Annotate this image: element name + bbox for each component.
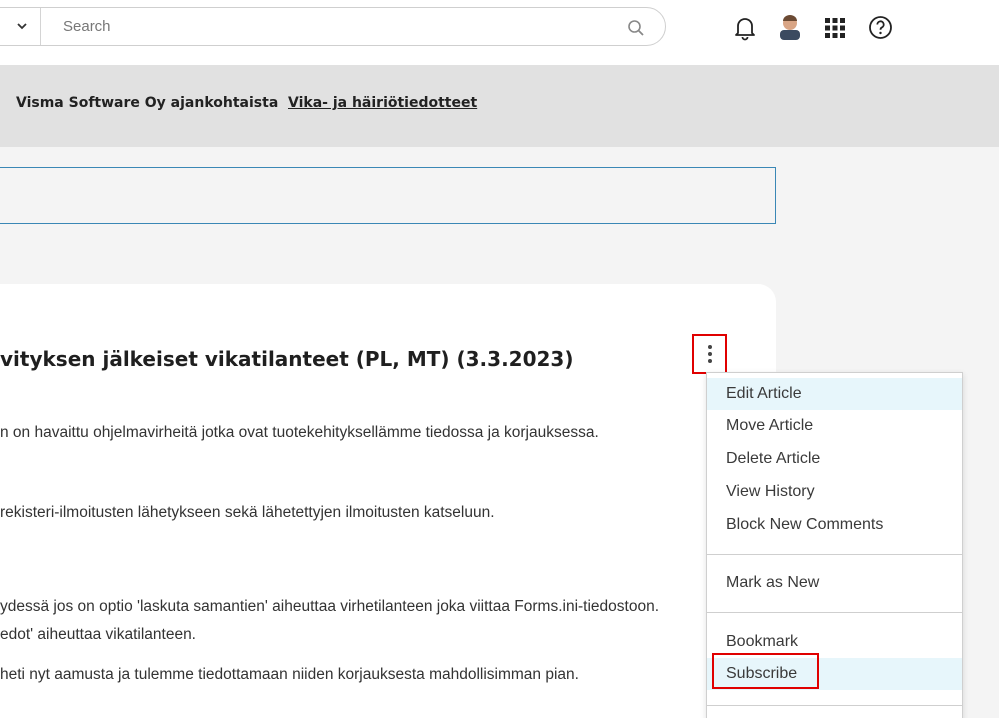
- menu-item-delete-article[interactable]: Delete Article: [707, 443, 962, 475]
- article-paragraph: heti nyt aamusta ja tulemme tiedottamaan…: [0, 666, 579, 683]
- dot-icon: [707, 345, 712, 349]
- nav-link-vikatiedotteet[interactable]: Vika- ja häiriötiedotteet: [288, 95, 477, 111]
- article-paragraph: rekisteri-ilmoitusten lähetykseen sekä l…: [0, 504, 495, 521]
- breadcrumb-nav: Visma Software Oy ajankohtaista Vika- ja…: [0, 65, 999, 147]
- chevron-down-icon: [16, 23, 27, 30]
- search-bar: [0, 7, 666, 46]
- article-paragraph: edot' aiheuttaa vikatilanteen.: [0, 626, 196, 643]
- menu-item-block-new-comments[interactable]: Block New Comments: [707, 509, 962, 541]
- top-header: [0, 0, 999, 65]
- menu-divider: [707, 612, 962, 613]
- search-scope-dropdown[interactable]: [3, 8, 41, 45]
- subscribe-highlight: [712, 653, 819, 689]
- nav-link-ajankohtaista[interactable]: Visma Software Oy ajankohtaista: [16, 95, 278, 111]
- notifications-bell-icon[interactable]: [733, 15, 757, 41]
- dot-icon: [707, 359, 712, 363]
- article-options-button[interactable]: [692, 334, 727, 374]
- dot-icon: [707, 352, 712, 356]
- help-icon[interactable]: [868, 15, 893, 40]
- article-paragraph: n on havaittu ohjelmavirheitä jotka ovat…: [0, 424, 599, 441]
- menu-divider: [707, 705, 962, 706]
- menu-item-mark-as-new[interactable]: Mark as New: [707, 567, 962, 599]
- article-title: vityksen jälkeiset vikatilanteet (PL, MT…: [0, 347, 574, 371]
- menu-item-move-article[interactable]: Move Article: [707, 410, 962, 442]
- menu-divider: [707, 554, 962, 555]
- menu-item-edit-article[interactable]: Edit Article: [707, 378, 962, 410]
- avatar[interactable]: [778, 14, 802, 40]
- search-icon[interactable]: [627, 19, 645, 37]
- apps-grid-icon[interactable]: [825, 18, 845, 38]
- article-paragraph: ydessä jos on optio 'laskuta samantien' …: [0, 598, 660, 615]
- info-box: [0, 167, 776, 224]
- search-input[interactable]: [43, 8, 603, 45]
- menu-item-view-history[interactable]: View History: [707, 476, 962, 508]
